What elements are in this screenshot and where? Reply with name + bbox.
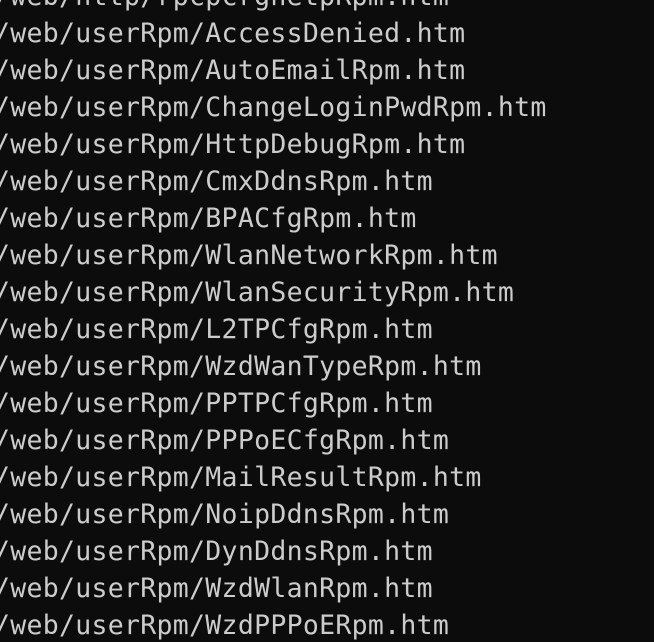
output-line: /web/userRpm/WlanNetworkRpm.htm — [0, 240, 498, 271]
output-line: /web/userRpm/WzdWanTypeRpm.htm — [0, 351, 482, 382]
output-line: /web/userRpm/CmxDdnsRpm.htm — [0, 166, 433, 197]
output-lines: /web/http/rpcpcrgnetpRpm.htm /web/userRp… — [0, 0, 547, 642]
output-line: /web/userRpm/BPACfgRpm.htm — [0, 203, 417, 234]
output-line: /web/userRpm/PPTPCfgRpm.htm — [0, 388, 433, 419]
output-line: /web/userRpm/L2TPCfgRpm.htm — [0, 314, 433, 345]
output-line: /web/http/rpcpcrgnetpRpm.htm — [0, 0, 547, 15]
output-line: /web/userRpm/AccessDenied.htm — [0, 18, 466, 49]
output-line: /web/userRpm/AutoEmailRpm.htm — [0, 55, 466, 86]
output-line: /web/userRpm/ChangeLoginPwdRpm.htm — [0, 92, 547, 123]
output-line: /web/userRpm/NoipDdnsRpm.htm — [0, 499, 450, 530]
output-line: /web/userRpm/WzdPPPoERpm.htm — [0, 610, 450, 641]
output-line: /web/userRpm/MailResultRpm.htm — [0, 462, 482, 493]
output-line: /web/userRpm/HttpDebugRpm.htm — [0, 129, 466, 160]
terminal-output[interactable]: /web/http/rpcpcrgnetpRpm.htm /web/userRp… — [0, 0, 654, 642]
output-line: /web/userRpm/PPPoECfgRpm.htm — [0, 425, 450, 456]
output-line: /web/userRpm/DynDdnsRpm.htm — [0, 536, 433, 567]
output-line: /web/userRpm/WlanSecurityRpm.htm — [0, 277, 515, 308]
output-line: /web/userRpm/WzdWlanRpm.htm — [0, 573, 433, 604]
